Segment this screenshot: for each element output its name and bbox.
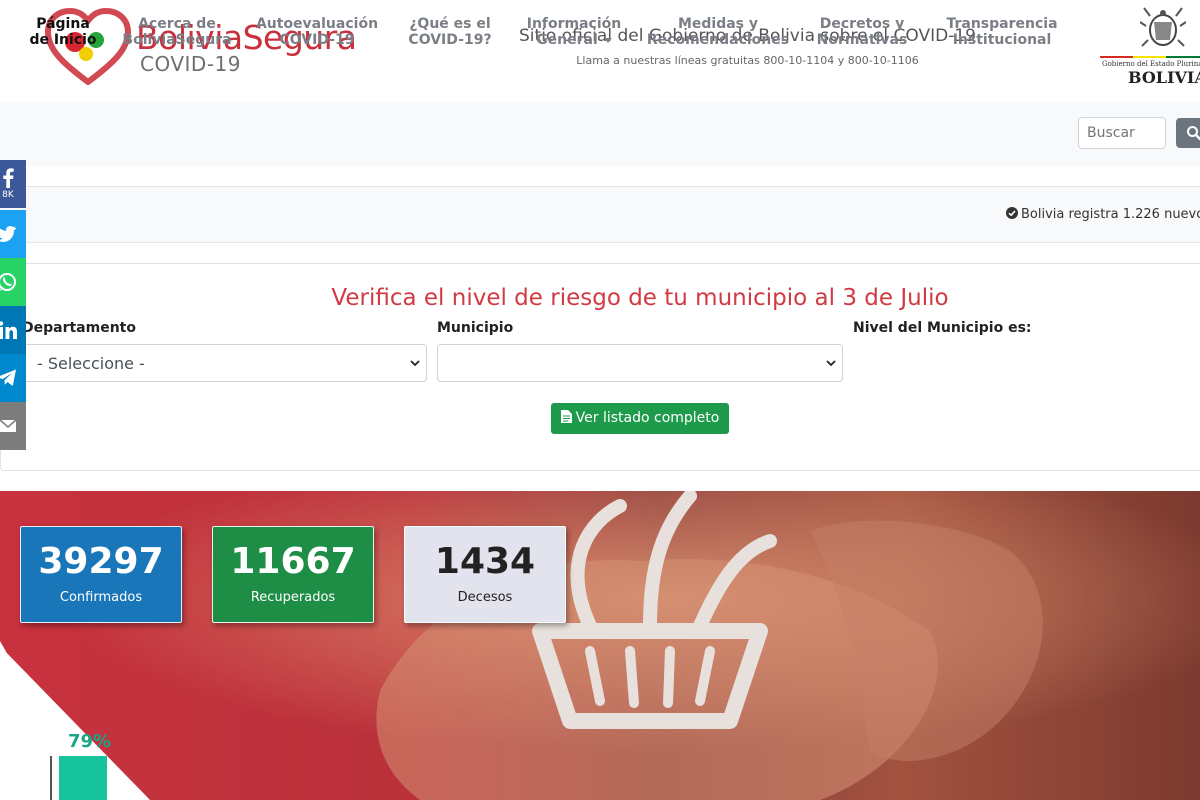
nav-label-line1: Acerca de [138, 16, 216, 32]
telegram-share-button[interactable] [0, 354, 26, 402]
nav-label-line1: ¿Qué es el [409, 16, 491, 32]
chevron-down-icon [410, 360, 420, 367]
ver-listado-label: Ver listado completo [575, 410, 720, 426]
nav-item-medidas[interactable]: Medidas y Recomendaciones [642, 16, 794, 48]
government-name: BOLIVIA [1128, 68, 1200, 87]
nav-label-line1: Autoevaluación [255, 16, 379, 32]
caret-down-icon [603, 37, 612, 43]
nav-item-acerca[interactable]: Acerca de BoliviaSegura [117, 16, 237, 48]
government-line: Gobierno del Estado Plurinacional de [1102, 60, 1200, 68]
whatsapp-share-button[interactable] [0, 258, 26, 306]
nav-label-line1: Transparencia [946, 16, 1058, 32]
linkedin-share-button[interactable] [0, 306, 26, 354]
stat-label: Recuperados [250, 590, 336, 605]
nav-item-inicio[interactable]: Página de Inicio [26, 16, 100, 48]
page: BoliviaSegura COVID-19 Sitio oficial del… [0, 0, 1200, 800]
search-icon [1187, 126, 1200, 141]
departamento-label: Departamento [22, 320, 136, 336]
nav-item-transparencia[interactable]: Transparencia Institucional [940, 16, 1064, 48]
telegram-icon [0, 369, 16, 386]
stat-label: Confirmados [59, 590, 143, 605]
stat-label: Decesos [457, 590, 513, 605]
nav-item-autoevaluacion[interactable]: Autoevaluación COVID-19 [250, 16, 384, 48]
chart-percent-label: 79% [68, 731, 112, 752]
chart-bar [59, 756, 107, 800]
email-share-button[interactable] [0, 402, 26, 450]
departamento-select[interactable]: - Seleccione - [22, 344, 427, 382]
check-circle-icon [1006, 207, 1018, 219]
file-icon [560, 410, 572, 423]
nav-label-line2: de Inicio [29, 32, 97, 48]
flag-stripe [1100, 56, 1200, 58]
whatsapp-icon [0, 273, 16, 291]
nav-label-line1: Decretos y [819, 16, 905, 32]
ticker-item[interactable]: Bolivia registra 1.226 nuevos [1006, 207, 1200, 222]
nav-label-line2: Normativas [816, 32, 908, 48]
nav-label-line2: BoliviaSegura [122, 32, 232, 48]
nav-item-decretos[interactable]: Decretos y Normativas [810, 16, 914, 48]
nav-label-line1: Información [526, 16, 622, 32]
search-button[interactable] [1176, 118, 1200, 148]
nav-label-line1: Medidas y [677, 16, 759, 32]
municipio-select[interactable] [437, 344, 843, 382]
nav-label-line2: General [536, 32, 598, 48]
search-input[interactable] [1078, 117, 1166, 149]
chart-axis [50, 756, 52, 800]
news-ticker: Bolivia registra 1.226 nuevos [0, 186, 1200, 243]
nav-item-que-es[interactable]: ¿Qué es el COVID-19? [398, 16, 502, 48]
nav-label-line2: Institucional [952, 32, 1052, 48]
stat-card-recuperados: 11667 Recuperados [212, 526, 374, 623]
risk-title: Verifica el nivel de riesgo de tu munici… [331, 285, 949, 311]
nav-item-informacion-dropdown[interactable]: Información General [520, 16, 628, 48]
stat-card-decesos: 1434 Decesos [404, 526, 566, 623]
municipio-label: Municipio [437, 320, 514, 336]
nav-label-line2: COVID-19? [408, 32, 492, 48]
envelope-icon [0, 419, 17, 432]
facebook-share-count: 8K [2, 190, 14, 200]
hero-banner: 39297 Confirmados 11667 Recuperados 1434… [0, 491, 1200, 800]
stat-value: 1434 [434, 541, 536, 582]
stat-value: 39297 [38, 541, 164, 582]
coat-of-arms-icon [1140, 7, 1186, 47]
logo-subtitle: COVID-19 [140, 52, 242, 76]
main-navbar [0, 102, 1200, 166]
ver-listado-button[interactable]: Ver listado completo [551, 403, 729, 434]
twitter-share-button[interactable] [0, 210, 26, 258]
chevron-down-icon [826, 360, 836, 367]
header-subtitle: Llama a nuestras líneas gratuitas 800-10… [576, 54, 919, 67]
nav-label-line2: Recomendaciones [646, 32, 790, 48]
nav-label-line1: Página [36, 16, 90, 32]
stat-card-confirmados: 39297 Confirmados [20, 526, 182, 623]
facebook-icon [3, 168, 14, 188]
twitter-icon [0, 226, 16, 242]
facebook-share-button[interactable]: 8K [0, 160, 26, 208]
government-logo[interactable]: Gobierno del Estado Plurinacional de BOL… [1098, 6, 1200, 90]
nav-label-line2: COVID-19 [279, 32, 355, 48]
stat-value: 11667 [230, 541, 356, 582]
ticker-text: Bolivia registra 1.226 nuevos [1021, 207, 1200, 222]
departamento-selected-value: - Seleccione - [37, 354, 145, 373]
linkedin-icon [0, 321, 17, 339]
nivel-municipio-label: Nivel del Municipio es: [853, 320, 1032, 336]
